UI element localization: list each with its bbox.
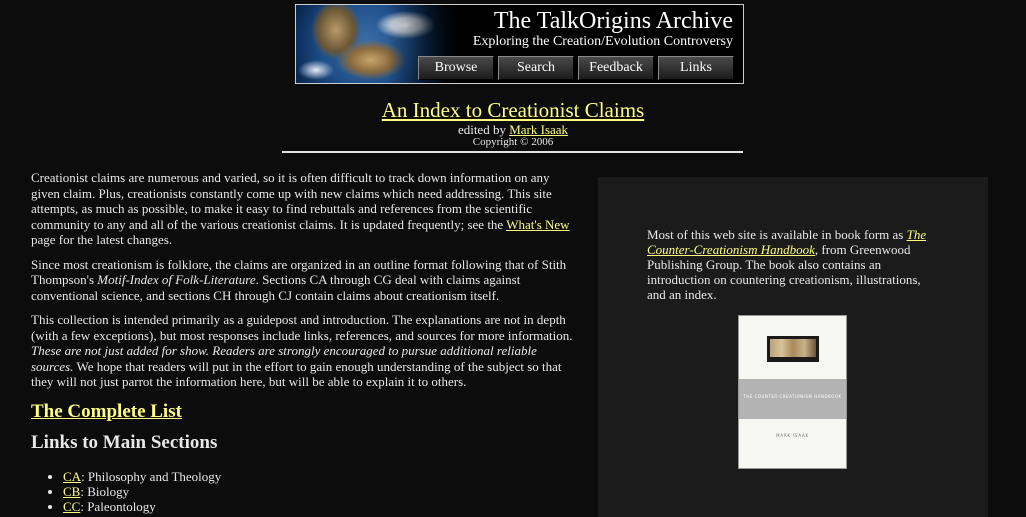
nav-search-button[interactable]: Search bbox=[498, 56, 574, 80]
complete-list-link[interactable]: The Complete List bbox=[31, 401, 182, 422]
complete-list-heading: The Complete List bbox=[31, 401, 581, 422]
book-sidebar: Most of this web site is available in bo… bbox=[598, 177, 988, 517]
editor-link[interactable]: Mark Isaak bbox=[509, 122, 568, 137]
list-item: CC: Paleontology bbox=[63, 499, 581, 514]
copyright: Copyright © 2006 bbox=[472, 136, 554, 148]
section-ca-link[interactable]: CA bbox=[63, 469, 81, 484]
book-promo-text: Most of this web site is available in bo… bbox=[647, 227, 927, 302]
cover-photo bbox=[767, 336, 819, 362]
nav-browse-button[interactable]: Browse bbox=[418, 56, 494, 80]
section-cc-link[interactable]: CC bbox=[63, 499, 80, 514]
intro-paragraph-1: Creationist claims are numerous and vari… bbox=[31, 170, 570, 247]
main-sections-list: CA: Philosophy and Theology CB: Biology … bbox=[31, 469, 581, 514]
list-item: CB: Biology bbox=[63, 484, 581, 499]
site-title: The TalkOrigins Archive bbox=[493, 8, 733, 34]
main-content: Creationist claims are numerous and vari… bbox=[31, 170, 581, 514]
intro-paragraph-2: Since most creationism is folklore, the … bbox=[31, 256, 567, 303]
section-cb-link[interactable]: CB bbox=[63, 484, 80, 499]
cover-title: THE COUNTER-CREATIONISM HANDBOOK bbox=[743, 394, 842, 399]
list-item: CA: Philosophy and Theology bbox=[63, 469, 581, 484]
nav-feedback-button[interactable]: Feedback bbox=[578, 56, 654, 80]
site-subtitle: Exploring the Creation/Evolution Controv… bbox=[472, 34, 733, 49]
header-divider bbox=[282, 151, 743, 153]
links-to-main-sections-heading: Links to Main Sections bbox=[31, 432, 218, 453]
whats-new-link[interactable]: What's New bbox=[506, 217, 569, 232]
book-cover-image[interactable]: THE COUNTER-CREATIONISM HANDBOOK MARK IS… bbox=[738, 315, 847, 469]
nav-bar: Browse Search Feedback Links bbox=[418, 56, 734, 80]
nav-links-button[interactable]: Links bbox=[658, 56, 734, 80]
cover-title-band: THE COUNTER-CREATIONISM HANDBOOK bbox=[739, 379, 846, 419]
page-title: An Index to Creationist Claims bbox=[0, 98, 1026, 123]
site-banner: The TalkOrigins Archive Exploring the Cr… bbox=[295, 4, 744, 84]
intro-paragraph-3: This collection is intended primarily as… bbox=[31, 312, 573, 389]
cover-author: MARK ISAAK bbox=[776, 433, 809, 438]
page-title-link[interactable]: An Index to Creationist Claims bbox=[382, 98, 644, 122]
